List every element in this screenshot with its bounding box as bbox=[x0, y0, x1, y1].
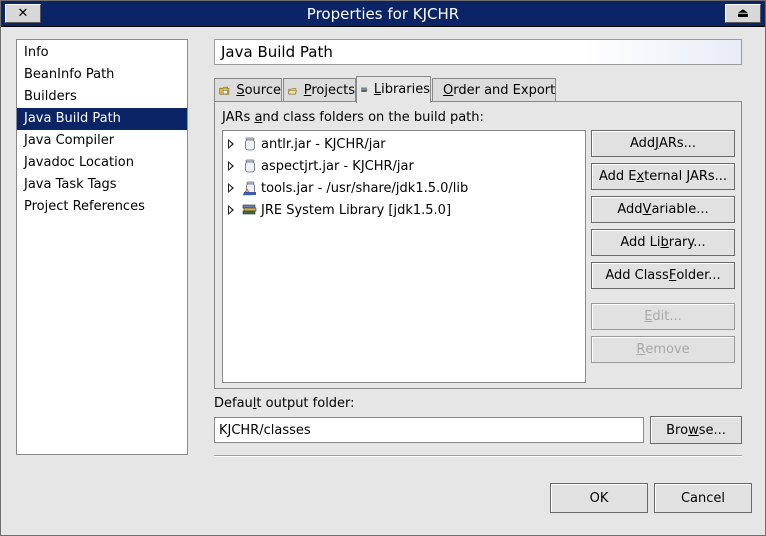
tab-libraries-label: ibraries bbox=[381, 82, 430, 97]
add-class-folder-mnemonic: F bbox=[668, 268, 677, 283]
tab-source-mnemonic: S bbox=[236, 82, 245, 98]
jar-icon bbox=[245, 159, 255, 173]
edit-button[interactable]: Edit... bbox=[591, 303, 735, 330]
build-path-tree[interactable]: antlr.jar - KJCHR/jar aspectjrt.jar - KJ… bbox=[222, 130, 586, 383]
add-library-pre: Add Li bbox=[620, 235, 661, 250]
nav-item-java-compiler[interactable]: Java Compiler bbox=[17, 130, 187, 152]
nav-item-project-references[interactable]: Project References bbox=[17, 196, 187, 218]
expand-arrow-icon[interactable] bbox=[228, 183, 234, 193]
expand-arrow-icon[interactable] bbox=[228, 139, 234, 149]
output-folder-label: Default output folder: bbox=[214, 396, 355, 411]
build-path-label: JARs and class folders on the build path… bbox=[222, 110, 484, 125]
add-class-folder-pre: Add Class bbox=[605, 268, 669, 283]
window-title: Properties for KJCHR bbox=[306, 5, 460, 23]
properties-dialog: ✕ Properties for KJCHR ⏏ Info BeanInfo P… bbox=[0, 0, 766, 536]
external-jar-icon bbox=[242, 181, 256, 196]
browse-post: se... bbox=[698, 422, 726, 438]
page-title: Java Build Path bbox=[214, 39, 742, 65]
add-external-jars-post: ternal JARs... bbox=[644, 169, 728, 184]
add-variable-button[interactable]: Add Variable... bbox=[591, 196, 735, 223]
tab-source[interactable]: Source bbox=[214, 78, 282, 102]
tree-row-label: JRE System Library [jdk1.5.0] bbox=[261, 202, 452, 218]
nav-item-javadoc-location[interactable]: Javadoc Location bbox=[17, 152, 187, 174]
add-variable-pre: Add bbox=[617, 202, 643, 217]
remove-button[interactable]: Remove bbox=[591, 336, 735, 363]
edit-mnemonic: E bbox=[644, 309, 653, 324]
add-external-jars-mnemonic: x bbox=[636, 169, 645, 184]
expand-arrow-icon[interactable] bbox=[228, 205, 234, 215]
build-path-label-pre: JARs bbox=[222, 110, 255, 125]
add-jars-button[interactable]: Add J ARs... bbox=[591, 130, 735, 157]
tab-order-label: rder and Export bbox=[453, 82, 556, 98]
property-page-list[interactable]: Info BeanInfo Path Builders Java Build P… bbox=[16, 39, 188, 455]
remove-post: emove bbox=[645, 342, 690, 357]
tab-order-and-export[interactable]: Order and Export bbox=[432, 78, 556, 102]
browse-mnemonic: w bbox=[688, 422, 699, 438]
nav-item-info[interactable]: Info bbox=[17, 42, 187, 64]
tree-row-label: tools.jar - /usr/share/jdk1.5.0/lib bbox=[261, 180, 469, 196]
source-folder-icon bbox=[219, 86, 230, 94]
tree-row-label: aspectjrt.jar - KJCHR/jar bbox=[261, 158, 414, 174]
ok-button[interactable]: OK bbox=[550, 483, 648, 513]
tree-row[interactable]: tools.jar - /usr/share/jdk1.5.0/lib bbox=[223, 178, 468, 198]
nav-item-java-build-path[interactable]: Java Build Path bbox=[17, 108, 187, 130]
output-label-post: t output folder: bbox=[256, 396, 355, 411]
separator bbox=[214, 455, 742, 457]
libraries-panel: JARs and class folders on the build path… bbox=[214, 101, 742, 389]
maximize-button[interactable]: ⏏ bbox=[725, 4, 761, 23]
add-class-folder-post: older... bbox=[676, 268, 721, 283]
libraries-icon bbox=[361, 87, 368, 92]
output-folder-input[interactable] bbox=[214, 417, 644, 443]
add-library-button[interactable]: Add Li b rary... bbox=[591, 229, 735, 256]
maximize-icon: ⏏ bbox=[736, 6, 750, 21]
add-variable-mnemonic: V bbox=[642, 202, 652, 217]
nav-item-beaninfo-path[interactable]: BeanInfo Path bbox=[17, 64, 187, 86]
projects-icon bbox=[288, 87, 297, 94]
browse-pre: Bro bbox=[666, 422, 689, 438]
title-bar[interactable]: ✕ Properties for KJCHR ⏏ bbox=[1, 1, 765, 27]
edit-post: dit... bbox=[652, 309, 682, 324]
add-class-folder-button[interactable]: Add Class Folder... bbox=[591, 262, 735, 289]
add-library-post: rary... bbox=[668, 235, 706, 250]
add-variable-post: ariable... bbox=[651, 202, 709, 217]
add-library-mnemonic: b bbox=[660, 235, 669, 250]
tab-libraries[interactable]: Libraries bbox=[356, 76, 431, 103]
tab-projects[interactable]: Projects bbox=[283, 78, 356, 102]
add-jars-pre: Add bbox=[629, 136, 656, 151]
add-external-jars-button[interactable]: Add Ex ternal JARs... bbox=[591, 163, 735, 190]
nav-item-builders[interactable]: Builders bbox=[17, 86, 187, 108]
expand-arrow-icon[interactable] bbox=[228, 161, 234, 171]
cancel-button[interactable]: Cancel bbox=[654, 483, 752, 513]
tree-row-label: antlr.jar - KJCHR/jar bbox=[261, 136, 386, 152]
tab-libraries-mnemonic: L bbox=[373, 82, 382, 97]
tab-source-label: ource bbox=[244, 82, 281, 98]
tree-row[interactable]: JRE System Library [jdk1.5.0] bbox=[223, 200, 451, 220]
build-path-label-post: nd class folders on the build path: bbox=[262, 110, 484, 125]
tree-row[interactable]: aspectjrt.jar - KJCHR/jar bbox=[223, 156, 414, 176]
browse-button[interactable]: Browse... bbox=[650, 416, 742, 444]
output-label-pre: Defau bbox=[214, 396, 253, 411]
nav-item-java-task-tags[interactable]: Java Task Tags bbox=[17, 174, 187, 196]
tab-order-mnemonic: O bbox=[443, 82, 454, 98]
tab-projects-label: rojects bbox=[311, 82, 355, 98]
remove-mnemonic: R bbox=[636, 342, 646, 357]
tree-row[interactable]: antlr.jar - KJCHR/jar bbox=[223, 134, 386, 154]
add-jars-post: ARs... bbox=[658, 136, 697, 151]
jar-icon bbox=[245, 137, 255, 151]
add-external-jars-pre: Add E bbox=[598, 169, 637, 184]
library-icon bbox=[242, 204, 257, 215]
